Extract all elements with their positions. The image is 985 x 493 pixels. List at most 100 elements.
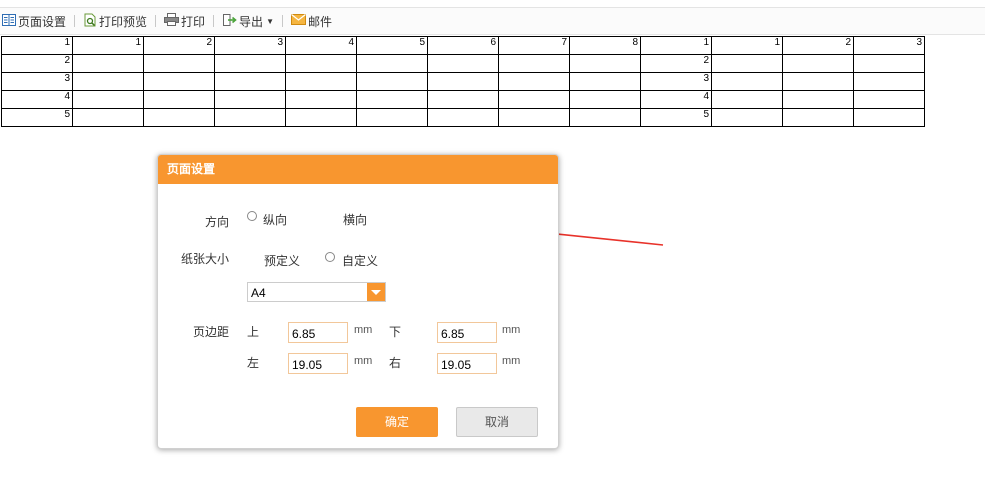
table-cell[interactable]	[498, 54, 570, 73]
export-icon	[222, 13, 239, 30]
table-cell[interactable]	[782, 90, 854, 109]
paper-size-select[interactable]: A4	[247, 282, 386, 302]
table-cell[interactable]	[285, 108, 357, 127]
left-margin-unit: mm	[354, 355, 373, 367]
landscape-label[interactable]: 横向	[343, 211, 367, 228]
top-margin-label: 上	[247, 325, 260, 339]
table-cell[interactable]	[427, 90, 499, 109]
table-cell[interactable]: 4	[640, 90, 712, 109]
confirm-button[interactable]: 确定	[356, 407, 438, 437]
table-cell[interactable]: 3	[853, 36, 925, 55]
page-setup-button[interactable]: 页面设置	[0, 10, 68, 32]
table-cell[interactable]	[72, 72, 144, 91]
table-cell[interactable]: 7	[498, 36, 570, 55]
portrait-label[interactable]: 纵向	[263, 211, 287, 228]
toolbar-divider	[281, 15, 283, 27]
table-cell[interactable]	[143, 108, 215, 127]
table-cell[interactable]	[143, 72, 215, 91]
table-cell[interactable]	[782, 72, 854, 91]
table-cell[interactable]	[285, 90, 357, 109]
table-cell[interactable]	[285, 54, 357, 73]
bottom-margin-unit: mm	[502, 324, 521, 336]
table-cell[interactable]	[356, 72, 428, 91]
table-cell[interactable]	[143, 90, 215, 109]
table-cell[interactable]	[782, 54, 854, 73]
table-cell[interactable]	[569, 72, 641, 91]
table-cell[interactable]	[214, 90, 286, 109]
table-cell[interactable]	[498, 108, 570, 127]
table-cell[interactable]: 2	[1, 54, 73, 73]
table-cell[interactable]: 5	[1, 108, 73, 127]
chevron-down-icon: ▼	[266, 16, 274, 26]
table-cell[interactable]	[569, 54, 641, 73]
printer-icon	[164, 13, 181, 29]
table-cell[interactable]: 2	[143, 36, 215, 55]
table-cell[interactable]	[356, 108, 428, 127]
toolbar-divider	[155, 15, 157, 27]
table-cell[interactable]	[498, 72, 570, 91]
table-cell[interactable]: 5	[640, 108, 712, 127]
table-cell[interactable]: 4	[1, 90, 73, 109]
table-cell[interactable]	[853, 54, 925, 73]
export-label: 导出	[239, 14, 264, 29]
table-cell[interactable]: 3	[214, 36, 286, 55]
table-cell[interactable]	[356, 54, 428, 73]
table-cell[interactable]	[711, 54, 783, 73]
table-cell[interactable]	[498, 90, 570, 109]
predefined-label[interactable]: 预定义	[264, 252, 300, 269]
left-margin-input[interactable]	[288, 353, 348, 374]
table-cell[interactable]	[214, 108, 286, 127]
table-cell[interactable]	[853, 72, 925, 91]
table-cell[interactable]	[72, 54, 144, 73]
page-setup-label: 页面设置	[18, 14, 67, 29]
table-cell[interactable]: 1	[72, 36, 144, 55]
table-cell[interactable]	[356, 90, 428, 109]
table-cell[interactable]	[782, 108, 854, 127]
print-preview-button[interactable]: 打印预览	[81, 10, 149, 32]
dialog-title: 页面设置	[158, 155, 558, 184]
table-cell[interactable]	[143, 54, 215, 73]
bottom-margin-label: 下	[389, 325, 402, 339]
chevron-down-icon[interactable]	[367, 283, 385, 301]
portrait-radio[interactable]	[247, 211, 257, 221]
right-margin-input[interactable]	[437, 353, 497, 374]
mail-button[interactable]: 邮件	[289, 10, 334, 32]
table-cell[interactable]: 5	[356, 36, 428, 55]
right-margin-unit: mm	[502, 355, 521, 367]
table-cell[interactable]	[569, 90, 641, 109]
table-cell[interactable]: 3	[640, 72, 712, 91]
table-row: 33	[1, 72, 925, 91]
table-cell[interactable]	[214, 72, 286, 91]
page-setup-dialog: 页面设置 方向 纵向 横向 纸张大小 预定义 自定义 A4 页边距 上 mm 下…	[157, 154, 559, 449]
table-cell[interactable]	[72, 108, 144, 127]
toolbar-divider	[74, 15, 76, 27]
table-cell[interactable]	[285, 72, 357, 91]
custom-label[interactable]: 自定义	[342, 252, 378, 269]
cancel-button[interactable]: 取消	[456, 407, 538, 437]
table-cell[interactable]: 1	[1, 36, 73, 55]
table-cell[interactable]	[427, 108, 499, 127]
top-margin-input[interactable]	[288, 322, 348, 343]
custom-radio[interactable]	[325, 252, 335, 262]
table-cell[interactable]	[711, 108, 783, 127]
table-cell[interactable]	[427, 54, 499, 73]
table-cell[interactable]	[569, 108, 641, 127]
table-cell[interactable]: 1	[711, 36, 783, 55]
table-cell[interactable]	[853, 108, 925, 127]
print-button[interactable]: 打印	[162, 10, 207, 32]
table-cell[interactable]	[214, 54, 286, 73]
table-cell[interactable]	[853, 90, 925, 109]
table-cell[interactable]: 2	[782, 36, 854, 55]
table-cell[interactable]: 2	[640, 54, 712, 73]
table-cell[interactable]	[427, 72, 499, 91]
table-cell[interactable]: 3	[1, 72, 73, 91]
bottom-margin-input[interactable]	[437, 322, 497, 343]
table-cell[interactable]: 6	[427, 36, 499, 55]
export-button[interactable]: 导出 ▼	[220, 10, 276, 32]
table-cell[interactable]: 4	[285, 36, 357, 55]
table-cell[interactable]	[711, 90, 783, 109]
table-cell[interactable]	[711, 72, 783, 91]
table-cell[interactable]	[72, 90, 144, 109]
table-cell[interactable]: 1	[640, 36, 712, 55]
table-cell[interactable]: 8	[569, 36, 641, 55]
